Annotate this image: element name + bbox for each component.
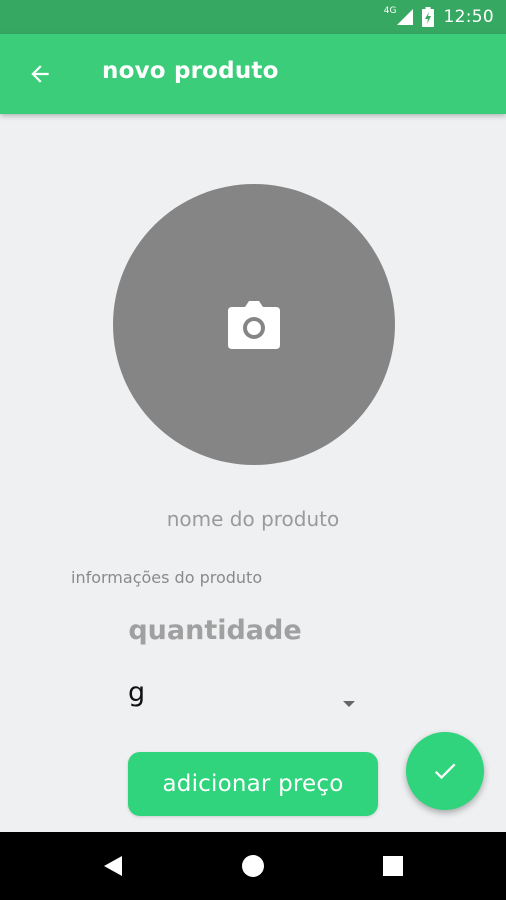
confirm-fab-button[interactable] bbox=[406, 732, 484, 810]
nav-home-button[interactable] bbox=[237, 850, 269, 882]
page-title: novo produto bbox=[102, 58, 279, 84]
signal-icon bbox=[396, 9, 413, 25]
dropdown-arrow-icon bbox=[343, 701, 355, 707]
nav-recents-icon bbox=[383, 856, 403, 876]
unit-dropdown[interactable]: g bbox=[120, 672, 365, 718]
nav-back-icon bbox=[104, 856, 122, 876]
status-bar: 4G 12:50 bbox=[0, 0, 506, 34]
product-name-input[interactable] bbox=[128, 502, 378, 536]
add-price-button[interactable]: adicionar preço bbox=[128, 752, 378, 816]
quantity-input[interactable] bbox=[120, 608, 310, 652]
network-type: 4G bbox=[383, 6, 397, 16]
battery-charging-icon bbox=[421, 7, 434, 27]
product-info-input[interactable] bbox=[68, 563, 368, 591]
arrow-back-icon bbox=[31, 65, 49, 83]
back-button[interactable] bbox=[20, 54, 60, 94]
camera-icon bbox=[228, 300, 280, 349]
nav-back-button[interactable] bbox=[97, 850, 129, 882]
nav-home-icon bbox=[242, 855, 264, 877]
nav-recents-button[interactable] bbox=[377, 850, 409, 882]
app-bar: novo produto bbox=[0, 34, 506, 114]
check-icon bbox=[434, 763, 456, 780]
unit-selected-value: g bbox=[128, 676, 146, 708]
system-nav-bar bbox=[0, 832, 506, 900]
status-time: 12:50 bbox=[443, 7, 494, 27]
product-photo-picker[interactable] bbox=[113, 184, 395, 465]
